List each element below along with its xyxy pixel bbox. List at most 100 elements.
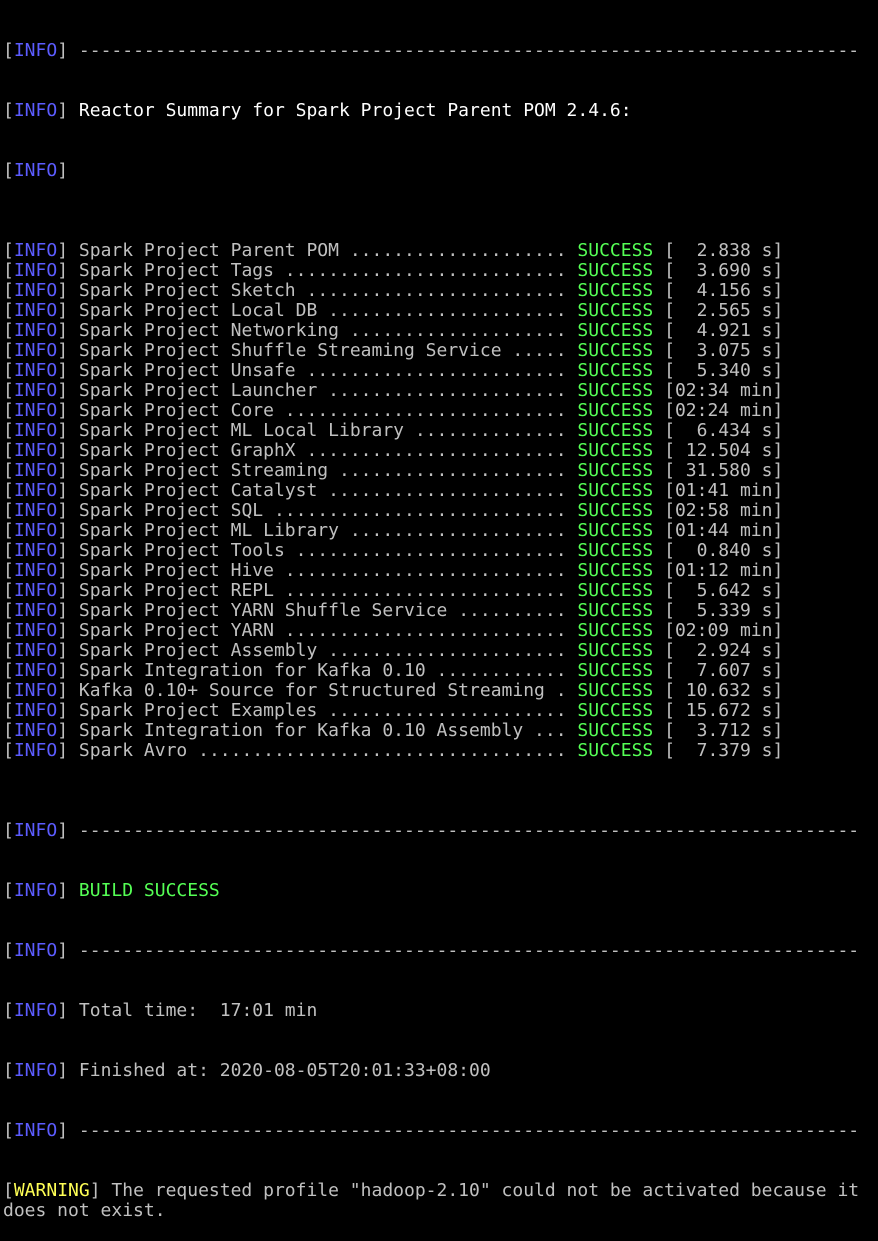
leader-dots: .......................... (273, 620, 578, 641)
info-tag: INFO (13, 520, 58, 541)
module-duration: [ 3.712 s] (664, 720, 784, 741)
module-row: [INFO] Spark Project Networking ........… (3, 320, 784, 341)
info-tag: INFO (13, 700, 58, 721)
module-duration: [01:12 min] (664, 560, 784, 581)
log-line: [INFO] Total time: 17:01 min (3, 1000, 318, 1021)
leader-dots: ..... (501, 340, 578, 361)
leader-dots: .................... (338, 320, 578, 341)
info-tag: INFO (13, 820, 58, 841)
module-name: Spark Project ML Local Library (78, 420, 404, 441)
log-line: [INFO] BUILD SUCCESS (3, 880, 220, 901)
module-row: [INFO] Spark Avro ......................… (3, 740, 784, 761)
leader-dots: ........................ (295, 360, 578, 381)
info-tag: INFO (13, 320, 58, 341)
module-duration: [01:44 min] (664, 520, 784, 541)
info-tag: INFO (13, 1000, 58, 1021)
module-name: Spark Integration for Kafka 0.10 Assembl… (78, 720, 524, 741)
module-duration: [ 31.580 s] (664, 460, 784, 481)
module-name: Spark Project Launcher (78, 380, 318, 401)
module-name: Spark Project Unsafe (78, 360, 296, 381)
leader-dots: .................... (338, 240, 578, 261)
module-name: Spark Project Local DB (78, 300, 318, 321)
module-status: SUCCESS (577, 380, 654, 401)
reactor-summary-header: Reactor Summary for Spark Project Parent… (78, 100, 632, 121)
module-status: SUCCESS (577, 660, 654, 681)
module-duration: [02:34 min] (664, 380, 784, 401)
leader-dots: ...................... (317, 480, 578, 501)
module-row: [INFO] Spark Project ML Local Library ..… (3, 420, 784, 441)
log-line: [INFO] (3, 160, 69, 181)
module-name: Spark Project Shuffle Streaming Service (78, 340, 502, 361)
info-tag: INFO (13, 1120, 58, 1141)
module-name: Spark Project Streaming (78, 460, 329, 481)
leader-dots: ........................ (295, 440, 578, 461)
module-duration: [ 2.924 s] (664, 640, 784, 661)
info-tag: INFO (13, 640, 58, 661)
info-tag: INFO (13, 480, 58, 501)
module-status: SUCCESS (577, 520, 654, 541)
info-tag: INFO (13, 300, 58, 321)
leader-dots: .......................... (273, 260, 578, 281)
info-tag: INFO (13, 720, 58, 741)
module-name: Spark Project Hive (78, 560, 274, 581)
info-tag: INFO (13, 540, 58, 561)
module-status: SUCCESS (577, 600, 654, 621)
module-row: [INFO] Spark Project Shuffle Streaming S… (3, 340, 784, 361)
leader-dots: ...................... (317, 300, 578, 321)
module-row: [INFO] Spark Project Core ..............… (3, 400, 784, 421)
module-duration: [01:41 min] (664, 480, 784, 501)
info-tag: INFO (13, 380, 58, 401)
module-status: SUCCESS (577, 580, 654, 601)
module-duration: [ 5.642 s] (664, 580, 784, 601)
module-row: [INFO] Spark Project Launcher ..........… (3, 380, 784, 401)
module-status: SUCCESS (577, 320, 654, 341)
module-row: [INFO] Spark Integration for Kafka 0.10 … (3, 660, 784, 681)
module-name: Spark Project Tools (78, 540, 285, 561)
module-name: Spark Integration for Kafka 0.10 (78, 660, 426, 681)
terminal-output[interactable]: [INFO] ---------------------------------… (3, 1, 875, 1241)
module-status: SUCCESS (577, 500, 654, 521)
info-tag: INFO (13, 600, 58, 621)
module-name: Spark Project YARN Shuffle Service (78, 600, 448, 621)
finished-at: Finished at: 2020-08-05T20:01:33+08:00 (78, 1060, 491, 1081)
module-name: Spark Project GraphX (78, 440, 296, 461)
module-list: [INFO] Spark Project Parent POM ........… (3, 241, 875, 761)
module-duration: [ 3.075 s] (664, 340, 784, 361)
info-tag: INFO (13, 1060, 58, 1081)
module-row: [INFO] Spark Project Sketch ............… (3, 280, 784, 301)
module-row: [INFO] Spark Project REPL ..............… (3, 580, 784, 601)
module-name: Spark Project Sketch (78, 280, 296, 301)
module-name: Spark Project YARN (78, 620, 274, 641)
info-tag: INFO (13, 280, 58, 301)
divider: ----------------------------------------… (78, 1120, 860, 1141)
module-status: SUCCESS (577, 360, 654, 381)
module-name: Spark Project SQL (78, 500, 264, 521)
module-row: [INFO] Spark Integration for Kafka 0.10 … (3, 720, 784, 741)
info-tag: INFO (13, 160, 58, 181)
info-tag: INFO (13, 240, 58, 261)
module-name: Spark Project REPL (78, 580, 274, 601)
leader-dots: .................................. (187, 740, 578, 761)
module-status: SUCCESS (577, 700, 654, 721)
module-status: SUCCESS (577, 420, 654, 441)
info-tag: INFO (13, 580, 58, 601)
module-duration: [ 15.672 s] (664, 700, 784, 721)
module-name: Spark Project Assembly (78, 640, 318, 661)
module-status: SUCCESS (577, 640, 654, 661)
info-tag: INFO (13, 260, 58, 281)
leader-dots: .......................... (273, 400, 578, 421)
leader-dots: ........................... (263, 500, 578, 521)
module-status: SUCCESS (577, 720, 654, 741)
module-row: [INFO] Spark Project Parent POM ........… (3, 240, 784, 261)
module-duration: [02:58 min] (664, 500, 784, 521)
module-row: [INFO] Spark Project Unsafe ............… (3, 360, 784, 381)
warning-line: [WARNING] The requested profile "hadoop-… (3, 1180, 870, 1221)
module-name: Spark Avro (78, 740, 188, 761)
leader-dots: ........................ (295, 280, 578, 301)
module-row: [INFO] Spark Project Tags ..............… (3, 260, 784, 281)
info-tag: INFO (13, 420, 58, 441)
module-status: SUCCESS (577, 340, 654, 361)
divider: ----------------------------------------… (78, 940, 860, 961)
info-tag: INFO (13, 560, 58, 581)
module-row: [INFO] Kafka 0.10+ Source for Structured… (3, 680, 784, 701)
